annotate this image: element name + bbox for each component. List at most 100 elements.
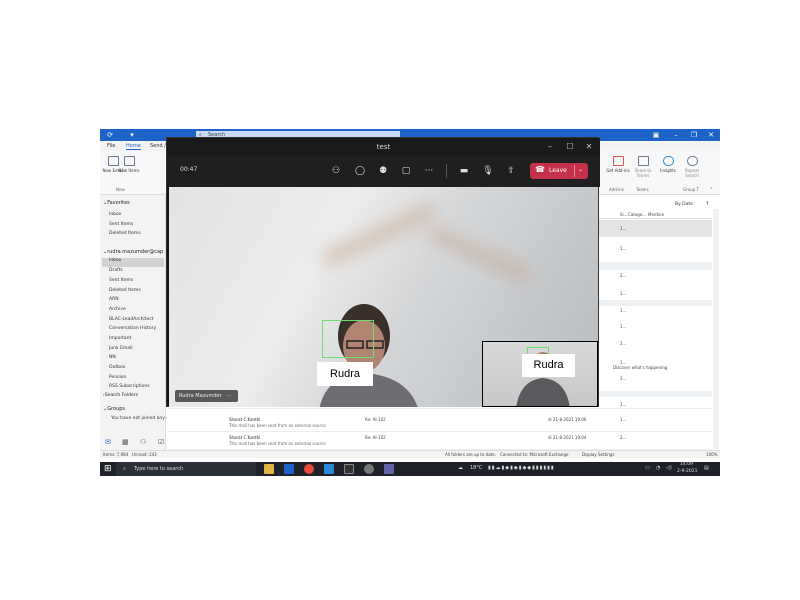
volume-icon[interactable]: ◁) — [666, 465, 672, 471]
menu-tab-file[interactable]: File — [107, 143, 115, 149]
collapse-ribbon-icon[interactable]: ⌃ — [709, 187, 713, 193]
more-options-icon[interactable]: ··· — [226, 393, 231, 399]
leave-dropdown-icon[interactable]: ⌄ — [578, 166, 583, 173]
row-size: 2... — [620, 341, 627, 346]
folder-deleted-items[interactable]: Deleted Items — [109, 288, 141, 293]
minimize-icon[interactable]: – — [544, 140, 556, 154]
zoom-level[interactable]: 100% — [706, 452, 717, 457]
participant-name-chip[interactable]: Rudra Mazumder ··· — [175, 390, 238, 402]
windows-start-icon[interactable]: ⊞ — [104, 464, 112, 474]
status-connected: Connected to: Microsoft Exchange — [500, 452, 569, 457]
chat-icon[interactable]: ◯ — [354, 165, 366, 177]
table-row[interactable]: Sharat C Kanthi This mail has been sent … — [167, 433, 712, 450]
menu-tab-send-receive[interactable]: Send / — [150, 143, 166, 149]
quick-access-dropdown-icon[interactable]: ▾ — [128, 131, 136, 139]
display-settings-button[interactable]: Display Settings — [582, 452, 614, 457]
main-video-feed: Rudra Rudra Mazumder ··· Rudra — [169, 187, 598, 407]
people-icon[interactable]: ⚇ — [140, 438, 146, 446]
folder-archive[interactable]: Archive — [109, 307, 126, 312]
clock-date[interactable]: 2-9-2021 — [677, 469, 697, 474]
vscode-icon[interactable] — [324, 464, 334, 474]
taskbar-search-placeholder: Type here to search — [134, 466, 184, 472]
network-icon[interactable]: ◔ — [656, 465, 660, 471]
temperature[interactable]: 18°C — [470, 465, 482, 471]
insights-button[interactable]: Insights — [655, 156, 681, 173]
self-view-video[interactable]: Rudra — [482, 341, 598, 407]
groups-header-label: Groups — [107, 406, 126, 412]
maximize-icon[interactable]: ☐ — [564, 140, 576, 154]
minimize-icon[interactable]: – — [672, 131, 680, 139]
outlook-app-icon[interactable] — [284, 464, 294, 474]
folder-important[interactable]: Important — [109, 336, 131, 341]
favorites-header[interactable]: ⌄Favorites — [103, 200, 130, 206]
row-size: 1... — [620, 246, 627, 251]
get-addins-button[interactable]: Get Add-ins — [605, 156, 631, 173]
breakout-rooms-icon[interactable]: ⚉ — [377, 165, 389, 177]
repeat-search-button[interactable]: Repeat Search — [679, 156, 705, 178]
column-mention[interactable]: Mention — [648, 212, 664, 217]
folder-outbox[interactable]: Outbox — [109, 365, 125, 370]
column-category[interactable]: Catego... — [628, 212, 646, 217]
terminal-icon[interactable] — [344, 464, 354, 474]
battery-icon[interactable]: ▭ — [645, 465, 650, 471]
share-to-teams-button[interactable]: Share to Teams — [630, 156, 656, 178]
row-size: 1... — [620, 324, 627, 329]
search-folders-header[interactable]: ›Search Folders — [103, 393, 138, 398]
folder-junk-email[interactable]: Junk Email — [109, 346, 133, 351]
status-items-count: Items: 7,984 — [103, 452, 129, 457]
table-row[interactable]: Sharat C Kanthi This mail has been sent … — [167, 415, 712, 432]
row-date: di 31-8-2021 19:06 — [548, 417, 587, 422]
folder-arn[interactable]: ARN — [109, 297, 119, 302]
coming-soon-icon[interactable]: ▣ — [652, 131, 660, 139]
folder-conversation-history[interactable]: Conversation History — [109, 326, 156, 331]
store-icon — [612, 156, 624, 166]
folder-inbox[interactable]: Inbox — [102, 258, 164, 267]
message-list-scrollbar[interactable] — [713, 209, 719, 449]
ceiling-beam-blur — [321, 202, 437, 268]
sync-icon[interactable]: ⟳ — [106, 131, 114, 139]
leave-button[interactable]: ☎ Leave ⌄ — [530, 163, 588, 179]
calendar-icon[interactable]: ▦ — [122, 438, 129, 446]
more-actions-icon[interactable]: ··· — [423, 165, 435, 177]
folder-nn[interactable]: NN — [109, 355, 116, 360]
favorites-header-label: Favorites — [107, 200, 130, 206]
sort-by-date[interactable]: By Date — [675, 202, 693, 207]
folder-rss-subscriptions[interactable]: RSS Subscriptions — [109, 384, 150, 389]
share-screen-icon[interactable]: ⇧ — [505, 165, 517, 177]
favorite-inbox[interactable]: Inbox — [109, 212, 121, 217]
column-size[interactable]: Si... — [620, 212, 627, 217]
account-header[interactable]: ⌄rudra.mazumder@cap — [103, 249, 163, 255]
mail-icon[interactable]: ✉ — [105, 438, 111, 446]
repeat-search-label: Repeat Search — [684, 168, 700, 178]
chrome-icon[interactable] — [304, 464, 314, 474]
tasks-icon[interactable]: ☑ — [158, 438, 164, 446]
close-icon[interactable]: ✕ — [583, 140, 595, 154]
restore-icon[interactable]: ❐ — [690, 131, 698, 139]
participants-icon[interactable]: ⚇ — [330, 165, 342, 177]
notifications-icon[interactable]: ▤ — [704, 465, 709, 471]
face-name-label: Rudra — [317, 362, 373, 386]
groups-header[interactable]: ⌄Groups — [103, 406, 125, 412]
system-tray-icons[interactable]: ▮▮☁▮◆▮◆▮◆◆▮▮▮▮▮▮ — [488, 465, 555, 471]
camera-icon[interactable]: ▬ — [458, 165, 470, 177]
folder-sent-items[interactable]: Sent Items — [109, 278, 133, 283]
taskbar-search-input[interactable]: ⌕ Type here to search — [116, 462, 256, 476]
share-tray-icon[interactable]: ▢ — [400, 165, 412, 177]
menu-tab-home[interactable]: Home — [126, 143, 141, 150]
clock-time[interactable]: 14:09 — [680, 462, 693, 467]
folder-drafts[interactable]: Drafts — [109, 268, 123, 273]
microphone-icon[interactable]: 🎙 — [482, 165, 494, 177]
sort-arrow-icon[interactable]: ↑ — [705, 201, 709, 207]
row-size: 2... — [620, 376, 627, 381]
teams-taskbar-icon[interactable] — [384, 464, 394, 474]
folder-pension[interactable]: Pension — [109, 375, 126, 380]
folder-blac-leadarchitect[interactable]: BLAC-LeadArchitect — [109, 317, 153, 322]
app-icon[interactable] — [364, 464, 374, 474]
insights-label: Insights — [660, 168, 676, 173]
close-icon[interactable]: ✕ — [707, 131, 715, 139]
favorite-deleted-items[interactable]: Deleted Items — [109, 231, 141, 236]
favorite-sent-items[interactable]: Sent Items — [109, 222, 133, 227]
file-explorer-icon[interactable] — [264, 464, 274, 474]
new-items-button[interactable]: New Items — [116, 156, 142, 173]
weather-icon[interactable]: ☁ — [458, 465, 463, 471]
